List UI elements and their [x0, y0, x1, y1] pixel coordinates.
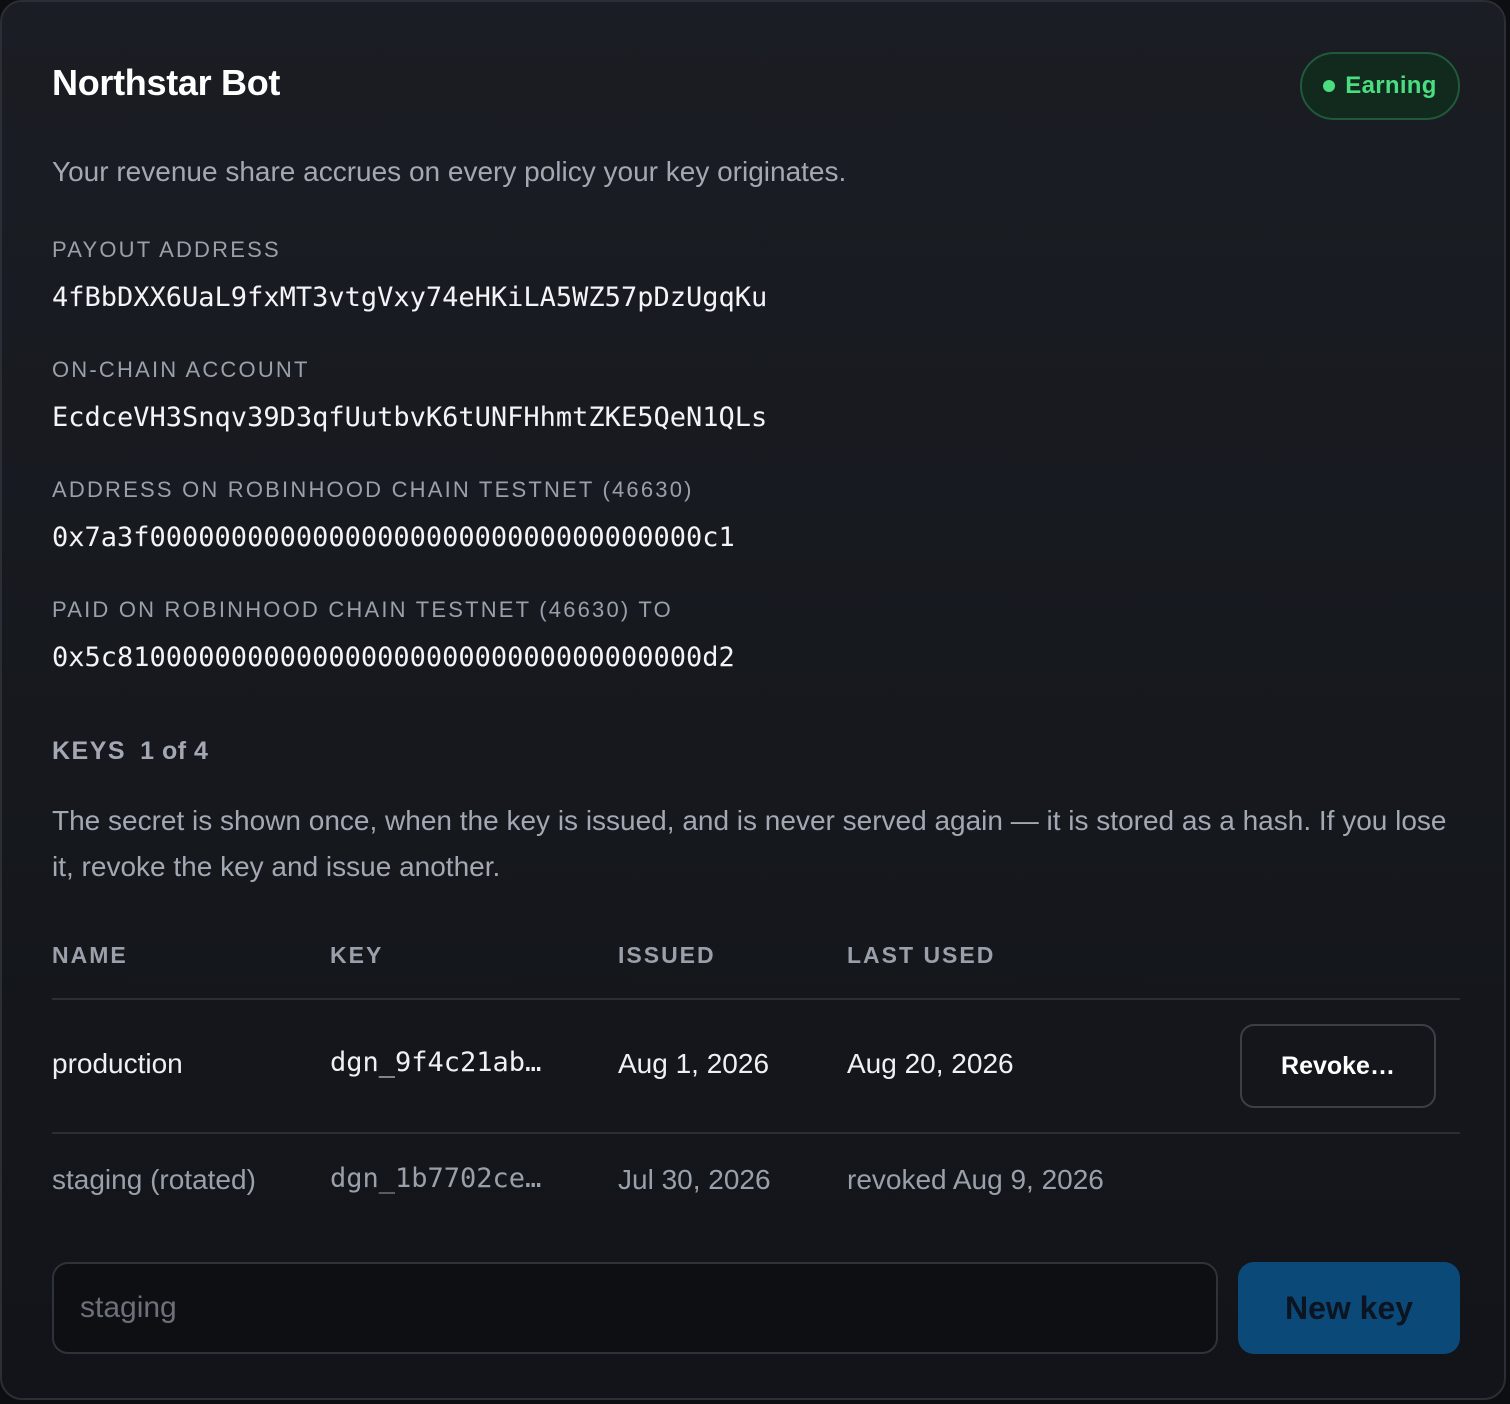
robinhood-address-value: 0x7a3f0000000000000000000000000000000000…: [52, 522, 735, 553]
status-badge: Earning: [1300, 52, 1460, 120]
key-prefix: dgn_1b7702ce…: [330, 1163, 542, 1194]
paid-to-value: 0x5c810000000000000000000000000000000000…: [52, 642, 735, 673]
column-header-name: NAME: [52, 942, 128, 968]
robinhood-address-label: ADDRESS ON ROBINHOOD CHAIN TESTNET (4663…: [52, 477, 694, 502]
table-header-divider: [52, 998, 1460, 1000]
paid-to-label: PAID ON ROBINHOOD CHAIN TESTNET (46630) …: [52, 597, 673, 622]
status-badge-label: Earning: [1345, 72, 1437, 99]
key-last-used: revoked Aug 9, 2026: [847, 1164, 1104, 1195]
key-name-input[interactable]: [52, 1262, 1218, 1354]
status-dot-icon: [1323, 80, 1336, 92]
column-header-issued: ISSUED: [618, 942, 716, 968]
key-name: production: [52, 1048, 183, 1079]
page-title: Northstar Bot: [52, 62, 281, 103]
new-key-button[interactable]: New key: [1238, 1262, 1460, 1354]
subtitle: Your revenue share accrues on every poli…: [52, 156, 847, 187]
bot-card: Northstar Bot Earning Your revenue share…: [0, 0, 1506, 1400]
key-last-used: Aug 20, 2026: [847, 1048, 1014, 1079]
keys-count: 1 of 4: [140, 737, 209, 765]
revoke-button[interactable]: Revoke…: [1240, 1024, 1436, 1108]
keys-heading-label: KEYS: [52, 737, 127, 765]
payout-address-value: 4fBbDXX6UaL9fxMT3vtgVxy74eHKiLA5WZ57pDzU…: [52, 282, 768, 313]
key-issued: Aug 1, 2026: [618, 1048, 770, 1079]
column-header-key: KEY: [330, 942, 384, 968]
column-header-last-used: LAST USED: [847, 942, 996, 968]
key-prefix: dgn_9f4c21ab…: [330, 1047, 542, 1078]
key-issued: Jul 30, 2026: [618, 1164, 771, 1195]
keys-heading: KEYS 1 of 4: [52, 737, 208, 766]
key-name: staging (rotated): [52, 1164, 256, 1195]
onchain-account-label: ON-CHAIN ACCOUNT: [52, 357, 310, 382]
table-row-divider: [52, 1132, 1460, 1134]
onchain-account-value: EcdceVH3Snqv39D3qfUutbvK6tUNFHhmtZKE5QeN…: [52, 402, 768, 433]
payout-address-label: PAYOUT ADDRESS: [52, 237, 281, 262]
keys-note: The secret is shown once, when the key i…: [52, 805, 1447, 882]
